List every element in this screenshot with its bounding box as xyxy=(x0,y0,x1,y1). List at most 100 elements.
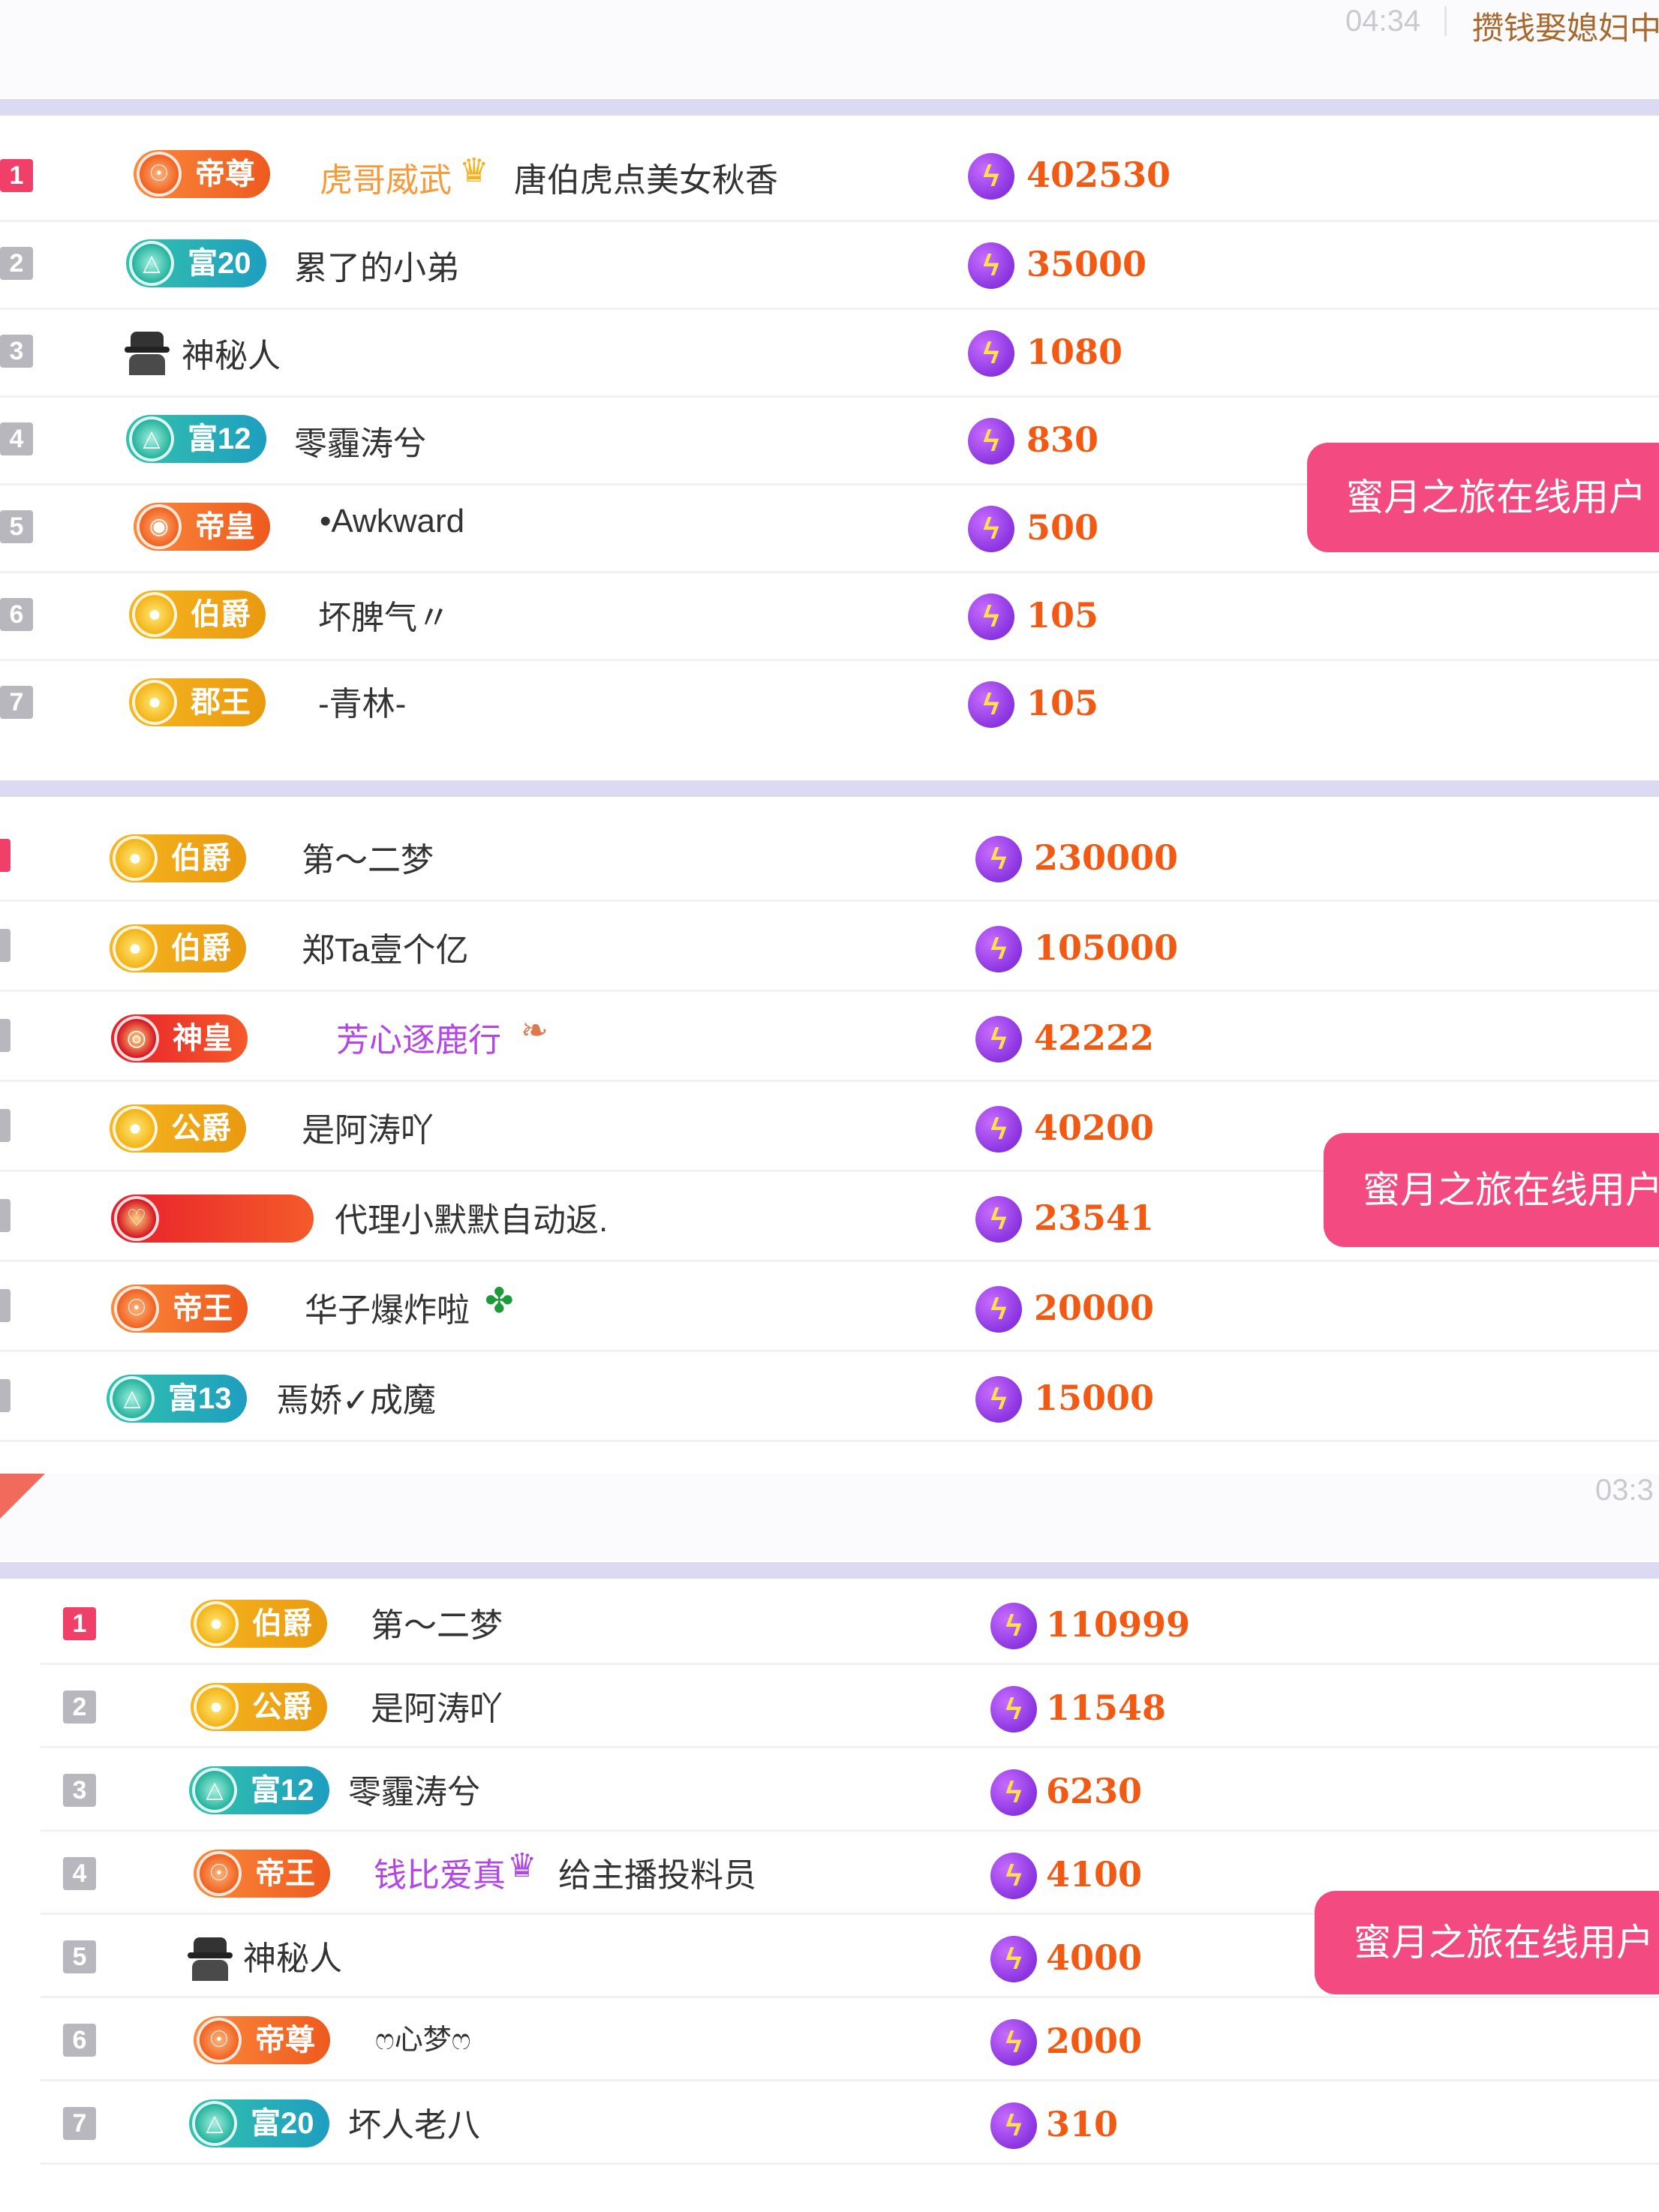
user-name[interactable]: 唐伯虎点美女秋香 xyxy=(514,153,778,201)
user-name[interactable]: 第～二梦 xyxy=(302,833,434,881)
ranking-row[interactable]: ☉ 帝王 华子爆炸啦 ✤ ϟ 20000 xyxy=(0,1262,1659,1352)
level-badge: △ 富13 xyxy=(107,1375,247,1423)
medal-icon: △ xyxy=(192,1768,237,1813)
user-name[interactable]: 神秘人 xyxy=(182,329,281,377)
ranking-row[interactable]: 7 △ 富20 坏人老八 ϟ 310 xyxy=(41,2081,1659,2165)
user-name[interactable]: 坏人老八 xyxy=(348,2098,480,2146)
lightning-coin-icon: ϟ xyxy=(975,1196,1022,1243)
contribution-value: 42222 xyxy=(1034,1017,1155,1058)
level-badge: ● 伯爵 xyxy=(191,1600,327,1648)
ranking-row[interactable]: 1 ● 伯爵 第～二梦 ϟ 110999 xyxy=(41,1582,1659,1665)
level-badge: △ 富20 xyxy=(189,2099,329,2147)
ranking-row[interactable]: △ 富13 焉娇✓成魔 ϟ 15000 xyxy=(0,1352,1659,1442)
ranking-row[interactable]: 1 ☉ 帝尊 虎哥威武 ♛ 唐伯虎点美女秋香 ϟ 402530 xyxy=(0,132,1659,222)
rank-number: 3 xyxy=(0,335,33,368)
user-name[interactable]: 累了的小弟 xyxy=(294,241,459,289)
lightning-coin-icon: ϟ xyxy=(990,1603,1037,1649)
contribution-value: 23541 xyxy=(1034,1198,1155,1238)
ranking-row[interactable]: ● 伯爵 第～二梦 ϟ 230000 xyxy=(0,812,1659,902)
user-name[interactable]: 是阿涛吖 xyxy=(371,1682,503,1730)
user-name[interactable]: 焉娇✓成魔 xyxy=(276,1373,436,1421)
rank-marker xyxy=(0,1289,11,1322)
level-badge: △ 富20 xyxy=(126,239,266,287)
user-name[interactable]: 代理小默默自动返. xyxy=(335,1193,608,1241)
ranking-row[interactable]: ◎ 神皇 芳心逐鹿行 ❧ ϟ 42222 xyxy=(0,992,1659,1082)
rank-number: 1 xyxy=(63,1607,96,1640)
lightning-coin-icon: ϟ xyxy=(968,506,1014,552)
level-badge: ☉ 帝尊 xyxy=(194,2016,330,2064)
online-users-button[interactable]: 蜜月之旅在线用户 xyxy=(1307,443,1659,552)
user-title[interactable]: 虎哥威武 xyxy=(320,153,452,201)
user-name[interactable]: 神秘人 xyxy=(243,1931,342,1979)
header-separator xyxy=(1444,6,1447,36)
ranking-row[interactable]: 6 ☉ 帝尊 ෆ心梦ෆ ϟ 2000 xyxy=(41,1998,1659,2081)
rank-number: 5 xyxy=(63,1940,96,1973)
user-name[interactable]: 第～二梦 xyxy=(371,1598,503,1646)
feather-icon: ❧ xyxy=(521,1012,548,1049)
level-badge: △ 富12 xyxy=(189,1766,329,1814)
contribution-value: 310 xyxy=(1046,2104,1119,2144)
user-name[interactable]: 坏脾气〃 xyxy=(318,591,450,639)
online-users-button[interactable]: 蜜月之旅在线用户 xyxy=(1324,1133,1659,1247)
mystery-user-icon xyxy=(125,332,170,375)
ranking-row[interactable]: 2 △ 富20 累了的小弟 ϟ 35000 xyxy=(0,220,1659,310)
user-title[interactable]: 钱比爱真 xyxy=(374,1848,506,1896)
user-name[interactable]: -青林- xyxy=(318,677,406,725)
lightning-coin-icon: ϟ xyxy=(975,1016,1022,1062)
level-badge: ♡ xyxy=(111,1195,314,1243)
ranking-row[interactable]: 2 ● 公爵 是阿涛吖 ϟ 11548 xyxy=(41,1665,1659,1748)
level-badge: ● 伯爵 xyxy=(110,834,246,882)
ranking-row[interactable]: 3 △ 富12 零霾涛兮 ϟ 6230 xyxy=(41,1748,1659,1832)
contribution-value: 40200 xyxy=(1034,1108,1155,1148)
rank-marker xyxy=(0,929,11,962)
level-badge: ☉ 帝尊 xyxy=(134,150,270,198)
user-name[interactable]: 郑Ta壹个亿 xyxy=(302,923,468,971)
medal-icon: ● xyxy=(194,1685,239,1730)
crown-icon: ♛ xyxy=(507,1847,537,1884)
user-name[interactable]: 零霾涛兮 xyxy=(294,416,426,464)
rank-number: 7 xyxy=(63,2107,96,2140)
lightning-coin-icon: ϟ xyxy=(990,1686,1037,1733)
lightning-coin-icon: ϟ xyxy=(975,1376,1022,1423)
ranking-row[interactable]: ● 伯爵 郑Ta壹个亿 ϟ 105000 xyxy=(0,902,1659,992)
contribution-value: 500 xyxy=(1026,507,1099,548)
rank-number: 4 xyxy=(63,1857,96,1890)
rank-number: 2 xyxy=(0,247,33,280)
user-name[interactable]: •Awkward xyxy=(320,503,464,540)
lightning-coin-icon: ϟ xyxy=(990,1769,1037,1816)
level-badge: ☉ 帝王 xyxy=(194,1850,330,1898)
lightning-coin-icon: ϟ xyxy=(968,418,1014,464)
user-name[interactable]: 芳心逐鹿行 xyxy=(336,1013,501,1061)
crown-icon: ♛ xyxy=(459,152,489,189)
contribution-value: 830 xyxy=(1026,419,1099,460)
contribution-value: 110999 xyxy=(1046,1604,1191,1645)
contribution-value: 2000 xyxy=(1046,2021,1143,2061)
rank-marker xyxy=(0,1019,11,1052)
lightning-coin-icon: ϟ xyxy=(990,2019,1037,2066)
ranking-row[interactable]: 3 神秘人 ϟ 1080 xyxy=(0,308,1659,398)
stream-time: 03:3 xyxy=(1595,1474,1654,1507)
ranking-panel-1: 04:34 攒钱娶媳妇中 1 ☉ 帝尊 虎哥威武 ♛ 唐伯虎点美女秋香 ϟ 402… xyxy=(0,0,1659,1471)
anchor-name[interactable]: 攒钱娶媳妇中 xyxy=(1472,3,1659,49)
user-name[interactable]: 零霾涛兮 xyxy=(348,1765,480,1813)
medal-icon: ◎ xyxy=(114,1016,159,1061)
level-badge: ● 郡王 xyxy=(129,678,266,726)
user-name[interactable]: 华子爆炸啦 xyxy=(305,1283,470,1331)
medal-icon: ● xyxy=(132,592,177,637)
ranking-row[interactable]: 7 ● 郡王 -青林- ϟ 105 xyxy=(0,659,1659,747)
user-name[interactable]: 是阿涛吖 xyxy=(302,1103,434,1151)
rank-number: 1 xyxy=(0,159,33,192)
rank-number: 2 xyxy=(63,1691,96,1724)
ranking-row[interactable]: 6 ● 伯爵 坏脾气〃 ϟ 105 xyxy=(0,571,1659,661)
lightning-coin-icon: ϟ xyxy=(975,1286,1022,1333)
medal-icon: △ xyxy=(110,1376,155,1421)
online-users-button[interactable]: 蜜月之旅在线用户 xyxy=(1315,1891,1659,1994)
user-name[interactable]: ෆ心梦ෆ xyxy=(375,2016,470,2057)
medal-icon: △ xyxy=(129,416,174,461)
mystery-user-icon xyxy=(188,1937,233,1981)
lightning-coin-icon: ϟ xyxy=(968,242,1014,289)
rank-number: 6 xyxy=(0,598,33,631)
contribution-value: 4100 xyxy=(1046,1854,1143,1895)
level-badge: ◉ 帝皇 xyxy=(134,503,270,551)
user-name[interactable]: 给主播投料员 xyxy=(558,1848,756,1896)
